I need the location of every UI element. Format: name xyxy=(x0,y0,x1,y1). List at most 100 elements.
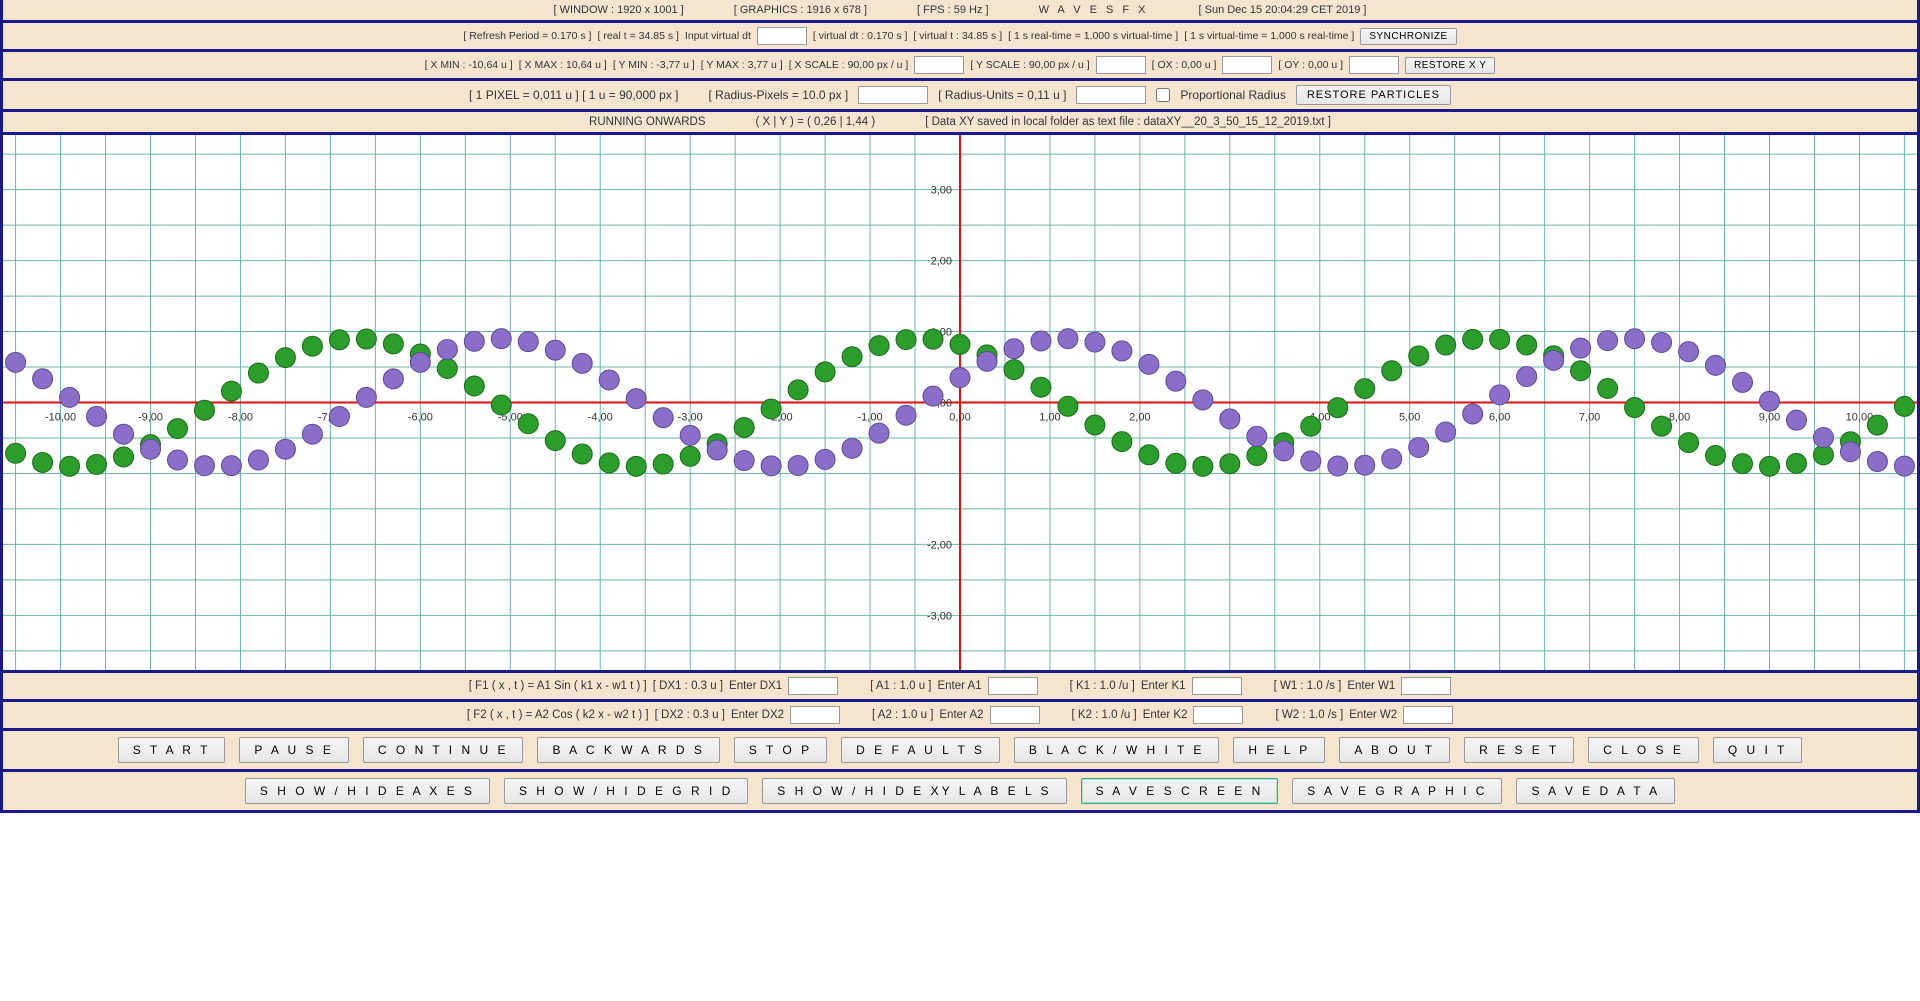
pause-button[interactable]: P A U S E xyxy=(239,737,348,763)
axes-bar: [ X MIN : -10,64 u ] [ X MAX : 10,64 u ]… xyxy=(0,52,1920,81)
svg-text:3,00: 3,00 xyxy=(931,185,952,197)
save-graphic-button[interactable]: S A V E G R A P H I C xyxy=(1292,778,1502,804)
help-button[interactable]: H E L P xyxy=(1233,737,1325,763)
input-virtual-dt-label: Input virtual dt xyxy=(685,30,751,42)
radius-u: [ Radius-Units = 0,11 u ] xyxy=(938,88,1066,102)
f2-dx: [ DX2 : 0.3 u ] xyxy=(655,709,725,721)
oy-input[interactable] xyxy=(1349,56,1399,74)
header-bar: [ WINDOW : 1920 x 1001 ] [ GRAPHICS : 19… xyxy=(0,0,1920,23)
f1-a-input[interactable] xyxy=(988,677,1038,695)
f2-enter-w-label: Enter W2 xyxy=(1349,709,1397,721)
toggle-grid-button[interactable]: S H O W / H I D E G R I D xyxy=(504,778,748,804)
close-button[interactable]: C L O S E xyxy=(1588,737,1699,763)
f2-w: [ W2 : 1.0 /s ] xyxy=(1275,709,1343,721)
toggle-xy-labels-button[interactable]: S H O W / H I D E XY L A B E L S xyxy=(762,778,1066,804)
f1-dx-input[interactable] xyxy=(788,677,838,695)
svg-text:8,00: 8,00 xyxy=(1669,412,1690,424)
f1-bar: [ F1 ( x , t ) = A1 Sin ( k1 x - w1 t ) … xyxy=(0,673,1920,702)
svg-text:-6,00: -6,00 xyxy=(408,412,433,424)
svg-text:7,00: 7,00 xyxy=(1579,412,1600,424)
svg-text:-9,00: -9,00 xyxy=(138,412,163,424)
running-status: RUNNING ONWARDS xyxy=(589,116,706,128)
radius-u-input[interactable] xyxy=(1076,86,1146,104)
f2-dx-input[interactable] xyxy=(790,706,840,724)
restore-xy-button[interactable]: RESTORE X Y xyxy=(1405,57,1495,74)
datetime: [ Sun Dec 15 20:04:29 CET 2019 ] xyxy=(1199,4,1367,16)
xy-readout: ( X | Y ) = ( 0,26 | 1,44 ) xyxy=(756,116,876,128)
particles-bar: [ 1 PIXEL = 0,011 u ] [ 1 u = 90,000 px … xyxy=(0,81,1920,112)
ratio-rt-vt: [ 1 s real-time = 1.000 s virtual-time ] xyxy=(1008,30,1178,42)
controls-bar-2: S H O W / H I D E A X E S S H O W / H I … xyxy=(0,772,1920,813)
svg-text:9,00: 9,00 xyxy=(1759,412,1780,424)
proportional-radius-checkbox[interactable] xyxy=(1156,88,1170,102)
restore-particles-button[interactable]: RESTORE PARTICLES xyxy=(1296,85,1451,105)
quit-button[interactable]: Q U I T xyxy=(1713,737,1802,763)
ratio-vt-rt: [ 1 s virtual-time = 1.000 s real-time ] xyxy=(1184,30,1354,42)
synchronize-button[interactable]: SYNCHRONIZE xyxy=(1360,28,1456,45)
svg-text:-2,00: -2,00 xyxy=(927,539,952,551)
virtual-dt: [ virtual dt : 0.170 s ] xyxy=(813,30,908,42)
virtual-t: [ virtual t : 34.85 s ] xyxy=(913,30,1002,42)
f1-w: [ W1 : 1.0 /s ] xyxy=(1274,680,1342,692)
f1-w-input[interactable] xyxy=(1401,677,1451,695)
svg-text:5,00: 5,00 xyxy=(1399,412,1420,424)
yscale-input[interactable] xyxy=(1096,56,1146,74)
about-button[interactable]: A B O U T xyxy=(1339,737,1450,763)
f2-bar: [ F2 ( x , t ) = A2 Cos ( k2 x - w2 t ) … xyxy=(0,702,1920,731)
radius-px-input[interactable] xyxy=(858,86,928,104)
svg-text:1,00: 1,00 xyxy=(1039,412,1060,424)
app-title: W A V E S F X xyxy=(1039,4,1149,16)
svg-text:-8,00: -8,00 xyxy=(228,412,253,424)
save-path: [ Data XY saved in local folder as text … xyxy=(925,116,1331,128)
f2-enter-a-label: Enter A2 xyxy=(939,709,983,721)
f2-k: [ K2 : 1.0 /u ] xyxy=(1072,709,1137,721)
status-bar: RUNNING ONWARDS ( X | Y ) = ( 0,26 | 1,4… xyxy=(0,112,1920,135)
xmin: [ X MIN : -10,64 u ] xyxy=(425,59,513,71)
f2-enter-dx-label: Enter DX2 xyxy=(731,709,784,721)
oy: [ OY : 0,00 u ] xyxy=(1278,59,1343,71)
svg-text:-1,00: -1,00 xyxy=(858,412,883,424)
svg-text:0,00: 0,00 xyxy=(949,412,970,424)
xscale-input[interactable] xyxy=(914,56,964,74)
start-button[interactable]: S T A R T xyxy=(118,737,226,763)
f1-dx: [ DX1 : 0.3 u ] xyxy=(653,680,723,692)
radius-px: [ Radius-Pixels = 10.0 px ] xyxy=(709,88,849,102)
controls-bar-1: S T A R T P A U S E C O N T I N U E B A … xyxy=(0,731,1920,772)
input-virtual-dt[interactable] xyxy=(757,27,807,45)
plot-canvas[interactable]: -10,00-9,00-8,00-7,00-6,00-5,00-4,00-3,0… xyxy=(0,135,1920,673)
toggle-axes-button[interactable]: S H O W / H I D E A X E S xyxy=(245,778,490,804)
f2-equation: [ F2 ( x , t ) = A2 Cos ( k2 x - w2 t ) … xyxy=(467,709,649,721)
window-size: [ WINDOW : 1920 x 1001 ] xyxy=(554,4,684,16)
f1-k-input[interactable] xyxy=(1192,677,1242,695)
reset-button[interactable]: R E S E T xyxy=(1464,737,1574,763)
save-screen-button[interactable]: S A V E S C R E E N xyxy=(1081,778,1279,804)
f2-k-input[interactable] xyxy=(1193,706,1243,724)
save-data-button[interactable]: S A V E D A T A xyxy=(1516,778,1675,804)
svg-text:-10,00: -10,00 xyxy=(45,412,76,424)
f1-enter-a-label: Enter A1 xyxy=(937,680,981,692)
defaults-button[interactable]: D E F A U L T S xyxy=(841,737,1000,763)
svg-text:-3,00: -3,00 xyxy=(678,412,703,424)
f1-enter-dx-label: Enter DX1 xyxy=(729,680,782,692)
svg-text:2,00: 2,00 xyxy=(931,256,952,268)
fps: [ FPS : 59 Hz ] xyxy=(917,4,989,16)
proportional-radius-label: Proportional Radius xyxy=(1180,88,1285,102)
ymax: [ Y MAX : 3,77 u ] xyxy=(701,59,783,71)
ox: [ OX : 0,00 u ] xyxy=(1152,59,1217,71)
f1-a: [ A1 : 1.0 u ] xyxy=(870,680,931,692)
f2-a: [ A2 : 1.0 u ] xyxy=(872,709,933,721)
backwards-button[interactable]: B A C K W A R D S xyxy=(537,737,719,763)
plot-svg: -10,00-9,00-8,00-7,00-6,00-5,00-4,00-3,0… xyxy=(3,135,1917,670)
ymin: [ Y MIN : -3,77 u ] xyxy=(613,59,695,71)
ox-input[interactable] xyxy=(1222,56,1272,74)
blackwhite-button[interactable]: B L A C K / W H I T E xyxy=(1014,737,1219,763)
svg-text:-4,00: -4,00 xyxy=(588,412,613,424)
f2-a-input[interactable] xyxy=(990,706,1040,724)
continue-button[interactable]: C O N T I N U E xyxy=(363,737,524,763)
svg-text:2,00: 2,00 xyxy=(1129,412,1150,424)
xscale: [ X SCALE : 90,00 px / u ] xyxy=(789,59,909,71)
svg-text:6,00: 6,00 xyxy=(1489,412,1510,424)
stop-button[interactable]: S T O P xyxy=(734,737,827,763)
pixel-info: [ 1 PIXEL = 0,011 u ] [ 1 u = 90,000 px … xyxy=(469,88,678,102)
f2-w-input[interactable] xyxy=(1403,706,1453,724)
